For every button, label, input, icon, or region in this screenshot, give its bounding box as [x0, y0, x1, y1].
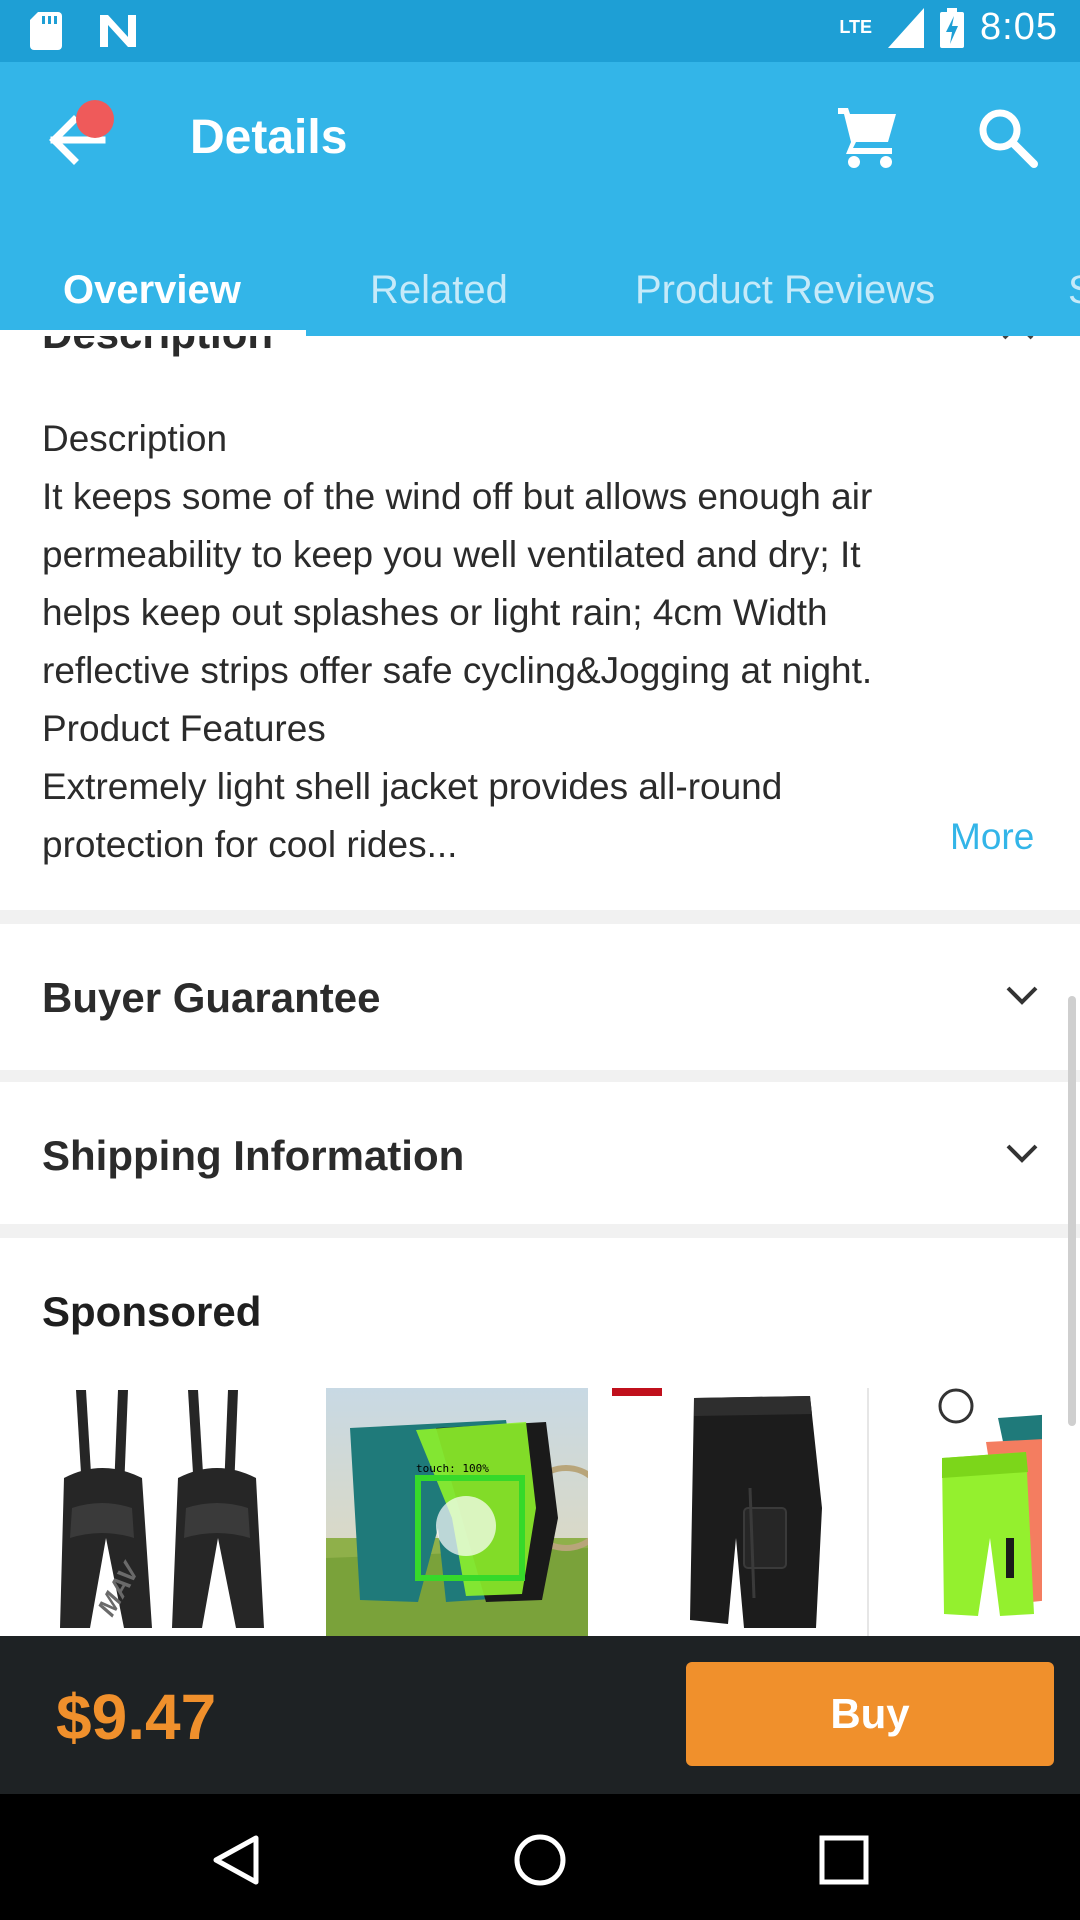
chevron-down-icon	[1006, 986, 1038, 1005]
description-line: permeability to keep you well ventilated…	[42, 534, 861, 575]
chevron-down-icon	[1006, 1144, 1038, 1163]
section-divider	[0, 1224, 1080, 1238]
nav-home-icon[interactable]	[512, 1832, 568, 1888]
cart-button[interactable]	[836, 106, 900, 170]
tab-related[interactable]: Related	[370, 268, 508, 313]
buy-button[interactable]: Buy	[686, 1662, 1054, 1766]
chevron-up-icon[interactable]	[1000, 336, 1036, 342]
svg-text:touch: 100%: touch: 100%	[416, 1462, 489, 1475]
sd-card-icon	[30, 12, 62, 50]
sponsored-item[interactable]	[610, 1388, 872, 1636]
buy-bar: $9.47 Buy	[0, 1636, 1080, 1794]
product-details-content: Description Description It keeps some of…	[0, 336, 1080, 1636]
sponsored-item[interactable]: touch: 100%	[326, 1388, 609, 1636]
signal-icon	[888, 7, 925, 48]
back-button[interactable]	[40, 100, 120, 180]
clock: 8:05	[980, 6, 1058, 48]
tab-partial[interactable]: S	[1068, 268, 1080, 313]
sponsored-item[interactable]: MAV	[42, 1388, 304, 1636]
description-line: Extremely light shell jacket provides al…	[42, 766, 783, 807]
black-bib-shorts-image: MAV	[42, 1388, 304, 1636]
sponsored-title: Sponsored	[42, 1288, 262, 1335]
tab-overview[interactable]: Overview	[63, 268, 241, 313]
sponsored-item[interactable]	[894, 1388, 1042, 1636]
network-type: LTE	[839, 17, 873, 37]
nav-recents-icon[interactable]	[816, 1832, 872, 1888]
black-cargo-shorts-image	[610, 1388, 872, 1636]
scrollbar[interactable]	[1068, 996, 1076, 1426]
page-title: Details	[190, 111, 348, 164]
sponsored-carousel[interactable]: MAV touch: 100%	[42, 1388, 1042, 1636]
cart-icon	[838, 108, 896, 168]
shipping-information-label: Shipping Information	[42, 1132, 465, 1179]
price: $9.47	[56, 1681, 217, 1753]
buyer-guarantee-section[interactable]: Buyer Guarantee	[0, 924, 1080, 1070]
n-logo-icon	[100, 15, 136, 47]
description-line: Product Features	[42, 708, 326, 749]
battery-charging-icon	[940, 7, 965, 48]
more-link[interactable]: More	[950, 816, 1034, 858]
status-bar: LTE 8:05	[0, 0, 1080, 62]
section-divider	[0, 910, 1080, 924]
buyer-guarantee-label: Buyer Guarantee	[42, 974, 381, 1021]
description-line: Description	[42, 418, 228, 459]
search-button[interactable]	[976, 106, 1040, 170]
nav-back-icon[interactable]	[208, 1832, 264, 1888]
description-line: reflective strips offer safe cycling&Jog…	[42, 650, 873, 691]
neon-green-shorts-image	[894, 1388, 1042, 1636]
tab-bar: Overview Related Product Reviews S	[0, 246, 1080, 336]
description-header[interactable]: Description	[42, 336, 273, 358]
app-bar: Details Overview Related Product Reviews…	[0, 62, 1080, 336]
system-nav-bar	[0, 1794, 1080, 1920]
tab-product-reviews[interactable]: Product Reviews	[635, 268, 935, 313]
teal-cycling-shorts-image: touch: 100%	[326, 1388, 609, 1636]
shipping-information-section[interactable]: Shipping Information	[0, 1082, 1080, 1228]
description-line: It keeps some of the wind off but allows…	[42, 476, 873, 517]
description-line: helps keep out splashes or light rain; 4…	[42, 592, 828, 633]
touch-indicator-dot	[76, 100, 114, 138]
description-text: Description It keeps some of the wind of…	[42, 410, 942, 874]
search-icon	[979, 109, 1038, 168]
description-line: protection for cool rides...	[42, 824, 458, 865]
